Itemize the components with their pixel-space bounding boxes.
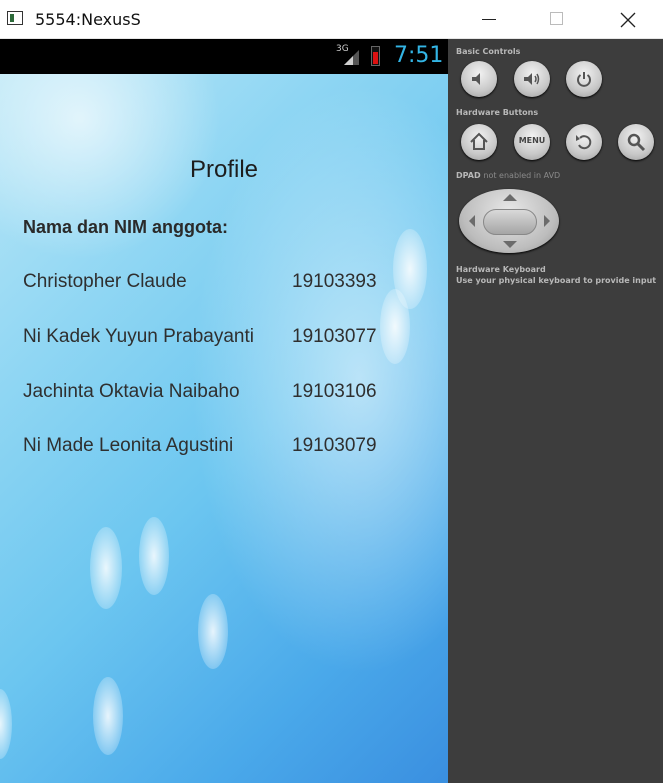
close-icon <box>620 12 636 28</box>
background-bokeh <box>198 594 228 669</box>
member-name: Ni Kadek Yuyun Prabayanti <box>23 326 254 347</box>
battery-icon <box>371 46 380 66</box>
dpad-label: DPAD not enabled in AVD <box>456 171 560 180</box>
background-bokeh <box>139 517 169 595</box>
basic-controls-label: Basic Controls <box>456 47 521 56</box>
phone-screen: 3G 7:51 Profile Nama dan NIM anggota: Ch… <box>0 39 448 783</box>
menu-button[interactable]: MENU <box>514 124 550 160</box>
member-row: Ni Made Leonita Agustini 19103079 <box>23 435 423 461</box>
member-row: Christopher Claude 19103393 <box>23 271 423 297</box>
member-nim: 19103077 <box>292 326 377 347</box>
volume-down-button[interactable] <box>461 61 497 97</box>
member-name: Christopher Claude <box>23 271 187 292</box>
signal-icon <box>344 50 359 65</box>
dpad-right-arrow-icon[interactable] <box>544 215 550 227</box>
hardware-buttons-label: Hardware Buttons <box>456 108 539 117</box>
home-button[interactable] <box>461 124 497 160</box>
emulator-controls-panel: Basic Controls Hardware Buttons MENU DPA… <box>448 39 663 783</box>
dpad <box>459 189 559 253</box>
volume-up-icon <box>524 73 540 85</box>
search-button[interactable] <box>618 124 654 160</box>
member-name: Jachinta Oktavia Naibaho <box>23 381 240 402</box>
dpad-center-button[interactable] <box>483 209 537 235</box>
emulator-icon <box>7 11 23 25</box>
background-bokeh <box>0 689 12 759</box>
volume-up-button[interactable] <box>514 61 550 97</box>
background-bokeh <box>90 527 122 609</box>
dpad-up-arrow-icon[interactable] <box>503 194 517 201</box>
page-title: Profile <box>189 156 259 183</box>
members-label: Nama dan NIM anggota: <box>23 217 229 237</box>
member-nim: 19103106 <box>292 381 377 402</box>
power-button[interactable] <box>566 61 602 97</box>
dpad-down-arrow-icon[interactable] <box>503 241 517 248</box>
maximize-button[interactable] <box>535 0 581 39</box>
member-row: Jachinta Oktavia Naibaho 19103106 <box>23 381 423 407</box>
keyboard-note: Use your physical keyboard to provide in… <box>456 276 657 285</box>
close-button[interactable] <box>605 0 651 39</box>
status-clock: 7:51 <box>394 43 444 68</box>
dpad-title: DPAD <box>456 171 481 180</box>
member-row: Ni Kadek Yuyun Prabayanti 19103077 <box>23 326 423 352</box>
dpad-left-arrow-icon[interactable] <box>469 215 475 227</box>
minimize-button[interactable] <box>466 0 512 39</box>
background-bokeh <box>93 677 123 755</box>
dpad-note: not enabled in AVD <box>483 171 561 180</box>
window-title: 5554:NexusS <box>35 10 141 29</box>
power-icon <box>577 72 591 87</box>
keyboard-label: Hardware Keyboard <box>456 265 546 274</box>
window-title-bar: 5554:NexusS <box>0 0 663 39</box>
back-icon <box>576 135 592 150</box>
back-button[interactable] <box>566 124 602 160</box>
menu-label: MENU <box>518 136 546 145</box>
member-nim: 19103393 <box>292 271 377 292</box>
status-bar: 3G 7:51 <box>0 39 448 74</box>
volume-down-icon <box>472 73 480 85</box>
home-icon <box>470 132 488 150</box>
member-nim: 19103079 <box>292 435 377 456</box>
search-icon <box>627 133 646 152</box>
member-name: Ni Made Leonita Agustini <box>23 435 234 456</box>
